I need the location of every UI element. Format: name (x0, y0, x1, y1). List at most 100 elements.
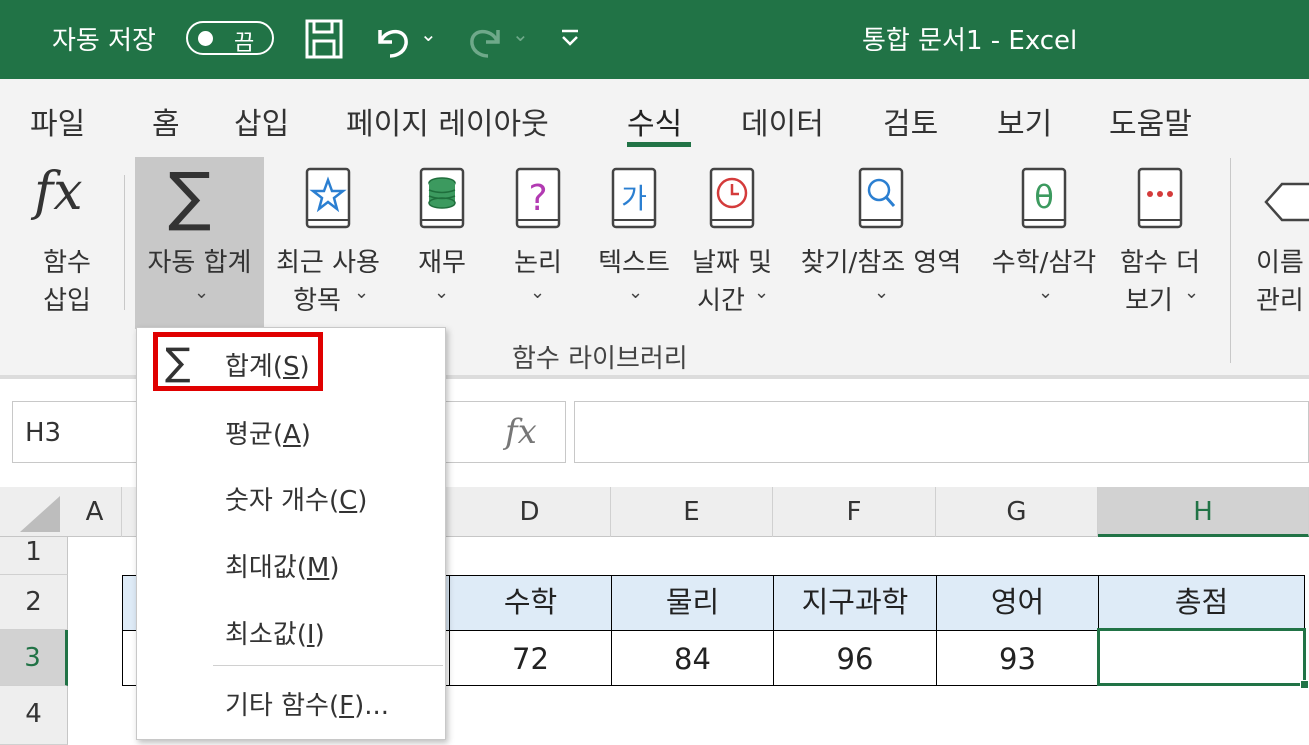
clock-book-icon (709, 167, 755, 229)
row-header-3[interactable]: 3 (0, 630, 68, 686)
autosum-chevron-icon: ⌄ (194, 282, 210, 303)
value-cell-math[interactable]: 72 (449, 630, 612, 686)
tab-help[interactable]: 도움말 (1109, 99, 1192, 143)
fx-icon: fx (34, 162, 83, 222)
math-label: 수학/삼각 (991, 248, 1097, 278)
save-icon[interactable] (302, 16, 346, 62)
redo-dropdown-icon: ⌄ (512, 22, 529, 46)
autosum-label-wrap: 자동 합계 (135, 242, 264, 282)
lookup-reference-button[interactable]: 찾기/참조 영역 ⌄ (788, 160, 974, 320)
search-book-icon (858, 167, 904, 229)
insert-function-button[interactable]: fx 함수 삽입 (20, 160, 114, 320)
datetime-chevron-icon: ⌄ (754, 282, 770, 303)
name-box[interactable]: H3 (12, 401, 142, 463)
logical-button[interactable]: ? 논리 ⌄ (500, 160, 576, 320)
column-header-h[interactable]: H (1098, 487, 1309, 537)
row-header-2[interactable]: 2 (0, 575, 68, 630)
more-label-1: 함수 더 (1119, 248, 1201, 278)
ribbon-group-separator (1230, 158, 1231, 363)
more-book-icon (1137, 167, 1183, 229)
name-manager-label-2: 관리 (1256, 286, 1304, 316)
insert-function-fx-area[interactable]: fx (444, 401, 566, 463)
math-chevron-icon: ⌄ (1038, 282, 1054, 303)
insert-function-label-1: 함수 (43, 248, 91, 278)
name-manager-button[interactable]: 이름 관리 (1248, 160, 1309, 320)
text-functions-button[interactable]: 가 텍스트 ⌄ (590, 160, 678, 320)
tab-review[interactable]: 검토 (883, 99, 938, 143)
column-header-g[interactable]: G (936, 487, 1098, 537)
header-cell-physics[interactable]: 물리 (611, 575, 774, 631)
row-header-1[interactable]: 1 (0, 537, 68, 575)
column-header-a[interactable]: A (68, 487, 122, 537)
sum-highlight-box (153, 332, 323, 391)
value-cell-physics[interactable]: 84 (611, 630, 774, 686)
header-cell-total[interactable]: 총점 (1098, 575, 1305, 631)
recent-label-2: 항목 (293, 286, 341, 316)
undo-dropdown-icon[interactable]: ⌄ (420, 22, 437, 46)
name-box-value: H3 (25, 418, 62, 448)
menu-item-more-functions[interactable]: 기타 함수(F)... (225, 685, 389, 722)
svg-text:θ: θ (1034, 178, 1054, 216)
redo-icon[interactable] (462, 16, 508, 62)
lookup-label: 찾기/참조 영역 (800, 248, 962, 278)
tab-insert[interactable]: 삽입 (234, 99, 289, 143)
tab-page-layout[interactable]: 페이지 레이아웃 (346, 99, 549, 143)
financial-book-icon (419, 167, 465, 229)
autosave-toggle[interactable]: 끔 (186, 21, 274, 56)
math-trig-button[interactable]: θ 수학/삼각 ⌄ (980, 160, 1108, 320)
header-cell-math[interactable]: 수학 (449, 575, 612, 631)
more-functions-button[interactable]: 함수 더 보기 ⌄ (1110, 160, 1210, 320)
recent-chevron-icon: ⌄ (354, 282, 370, 303)
active-cell-selection (1097, 628, 1309, 689)
tab-home[interactable]: 홈 (152, 99, 180, 143)
recent-book-icon (305, 167, 351, 229)
value-cell-earth-science[interactable]: 96 (773, 630, 937, 686)
menu-item-min[interactable]: 최소값(I) (225, 614, 325, 651)
datetime-button[interactable]: 날짜 및 시간 ⌄ (686, 160, 778, 320)
value-cell-english[interactable]: 93 (936, 630, 1099, 686)
more-chevron-icon: ⌄ (1184, 282, 1200, 303)
autosave-toggle-state: 끔 (234, 31, 255, 56)
column-header-d[interactable]: D (449, 487, 611, 537)
logical-chevron-icon: ⌄ (530, 282, 546, 303)
fx-icon: fx (505, 412, 537, 452)
function-library-group-label: 함수 라이브러리 (512, 344, 688, 374)
undo-icon[interactable] (370, 16, 416, 62)
name-manager-label-1: 이름 (1256, 248, 1304, 278)
logical-book-icon: ? (515, 167, 561, 229)
text-book-icon: 가 (611, 167, 657, 229)
recent-label-1: 최근 사용 (276, 248, 380, 278)
active-tab-indicator (627, 142, 691, 147)
tab-formulas[interactable]: 수식 (627, 99, 682, 143)
header-cell-english[interactable]: 영어 (936, 575, 1099, 631)
menu-item-average[interactable]: 평균(A) (225, 414, 311, 451)
column-header-f[interactable]: F (773, 487, 936, 537)
ribbon-separator (124, 175, 125, 310)
financial-chevron-icon: ⌄ (434, 282, 450, 303)
financial-button[interactable]: 재무 ⌄ (404, 160, 480, 320)
column-header-e[interactable]: E (611, 487, 773, 537)
lookup-chevron-icon: ⌄ (874, 282, 890, 303)
theta-book-icon: θ (1021, 167, 1067, 229)
select-all-corner[interactable] (20, 496, 60, 532)
row-header-4[interactable]: 4 (0, 686, 68, 745)
formula-input[interactable] (574, 401, 1309, 463)
name-tag-icon (1264, 182, 1309, 222)
autosave-label: 자동 저장 (52, 26, 156, 56)
fill-handle[interactable] (1300, 680, 1309, 689)
financial-label: 재무 (418, 248, 466, 278)
datetime-label-1: 날짜 및 (691, 248, 773, 278)
logical-label: 논리 (514, 248, 562, 278)
customize-toolbar-icon[interactable] (558, 26, 582, 50)
header-cell-earth-science[interactable]: 지구과학 (773, 575, 937, 631)
tab-view[interactable]: 보기 (997, 99, 1052, 143)
tab-file[interactable]: 파일 (30, 99, 85, 143)
svg-text:가: 가 (621, 182, 647, 215)
recent-functions-button[interactable]: 최근 사용 항목 ⌄ (266, 160, 390, 320)
menu-item-count[interactable]: 숫자 개수(C) (225, 480, 367, 517)
svg-text:?: ? (528, 178, 547, 219)
toggle-knob (198, 31, 213, 46)
menu-item-max[interactable]: 최대값(M) (225, 547, 340, 584)
tab-data[interactable]: 데이터 (741, 99, 824, 143)
sigma-icon: ∑ (168, 160, 212, 234)
